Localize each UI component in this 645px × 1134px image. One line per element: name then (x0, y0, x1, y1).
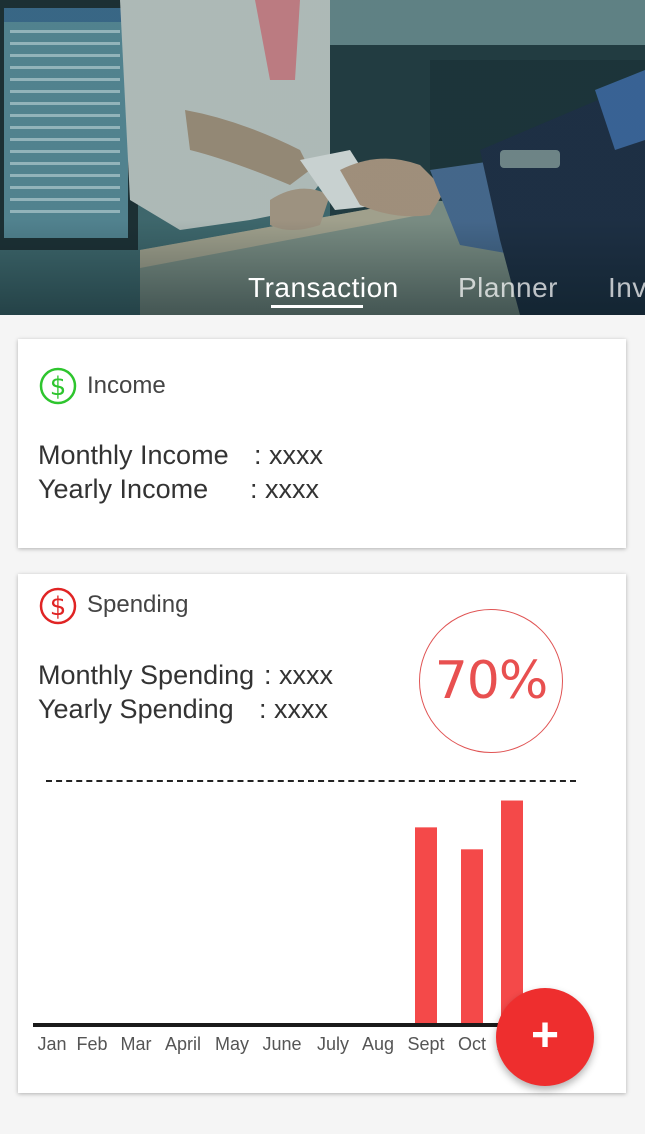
hero-banner: Transaction Planner Inv (0, 0, 645, 315)
tab-planner[interactable]: Planner (458, 272, 558, 304)
bar-sept (415, 827, 437, 1025)
tab-investment[interactable]: Inv (608, 272, 645, 304)
yearly-income-label: Yearly Income (38, 474, 209, 504)
tick-label-mar: Mar (121, 1034, 152, 1054)
active-tab-indicator (271, 305, 363, 308)
monthly-income-label: Monthly Income (38, 440, 229, 470)
monthly-income-value: : xxxx (254, 440, 324, 470)
tick-label-april: April (165, 1034, 201, 1054)
yearly-income-value: : xxxx (250, 474, 320, 504)
dollar-circle-icon: $ (39, 367, 77, 405)
plus-icon: + (530, 1009, 560, 1062)
tick-label-sept: Sept (407, 1034, 444, 1054)
svg-text:$: $ (50, 372, 67, 402)
tick-label-may: May (215, 1034, 249, 1054)
income-title: Income (87, 372, 166, 399)
tick-label-jan: Jan (37, 1034, 66, 1054)
tick-label-feb: Feb (76, 1034, 107, 1054)
tab-bar: Transaction Planner Inv (0, 268, 645, 315)
tick-label-june: June (262, 1034, 301, 1054)
bar-oct (461, 849, 483, 1025)
tick-label-oct: Oct (458, 1034, 486, 1054)
income-card[interactable]: $ Income Monthly Income : xxxx Yearly In… (18, 339, 626, 548)
tick-label-july: July (317, 1034, 349, 1054)
add-transaction-button[interactable]: + (496, 988, 594, 1086)
tab-transaction[interactable]: Transaction (248, 272, 399, 304)
tick-label-aug: Aug (362, 1034, 394, 1054)
